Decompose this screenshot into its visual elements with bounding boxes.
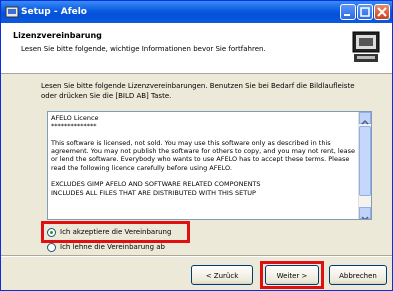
page-title: Lizenzvereinbarung — [13, 31, 102, 40]
license-scrollbar[interactable] — [358, 112, 371, 219]
page-subtitle: Lesen Sie bitte folgende, wichtige Infor… — [21, 45, 266, 53]
window-title: Setup - Afelo — [21, 7, 87, 17]
chevron-down-icon — [361, 216, 369, 219]
next-highlight-box — [260, 261, 324, 289]
scroll-up-button[interactable] — [359, 112, 371, 125]
scroll-down-button[interactable] — [359, 207, 371, 219]
license-text: AFELO Licence ************** This softwa… — [51, 114, 356, 197]
setup-app-icon — [5, 6, 19, 18]
maximize-button[interactable] — [357, 4, 373, 20]
scroll-thumb[interactable] — [359, 126, 371, 196]
footer-divider — [1, 255, 392, 257]
wizard-header: Lizenzvereinbarung Lesen Sie bitte folge… — [1, 23, 392, 74]
decline-radio[interactable] — [47, 243, 56, 252]
accept-highlight-box — [41, 221, 190, 243]
maximize-icon — [360, 7, 370, 17]
cancel-button[interactable]: Abbrechen — [329, 265, 387, 285]
minimize-icon — [344, 14, 350, 16]
title-bar[interactable]: Setup - Afelo — [1, 1, 392, 23]
setup-window: Setup - Afelo Lizenzvereinbarung Lesen S… — [0, 0, 393, 291]
installer-computer-icon — [352, 31, 380, 62]
close-icon — [377, 7, 387, 17]
license-textbox[interactable]: AFELO Licence ************** This softwa… — [47, 111, 372, 220]
intro-text: Lesen Sie bitte folgende Lizenzvereinbar… — [41, 82, 355, 100]
minimize-button[interactable] — [340, 4, 356, 20]
decline-radio-label[interactable]: Ich lehne die Vereinbarung ab — [60, 242, 165, 253]
back-button[interactable]: < Zurück — [191, 265, 253, 285]
close-button[interactable] — [374, 4, 390, 20]
